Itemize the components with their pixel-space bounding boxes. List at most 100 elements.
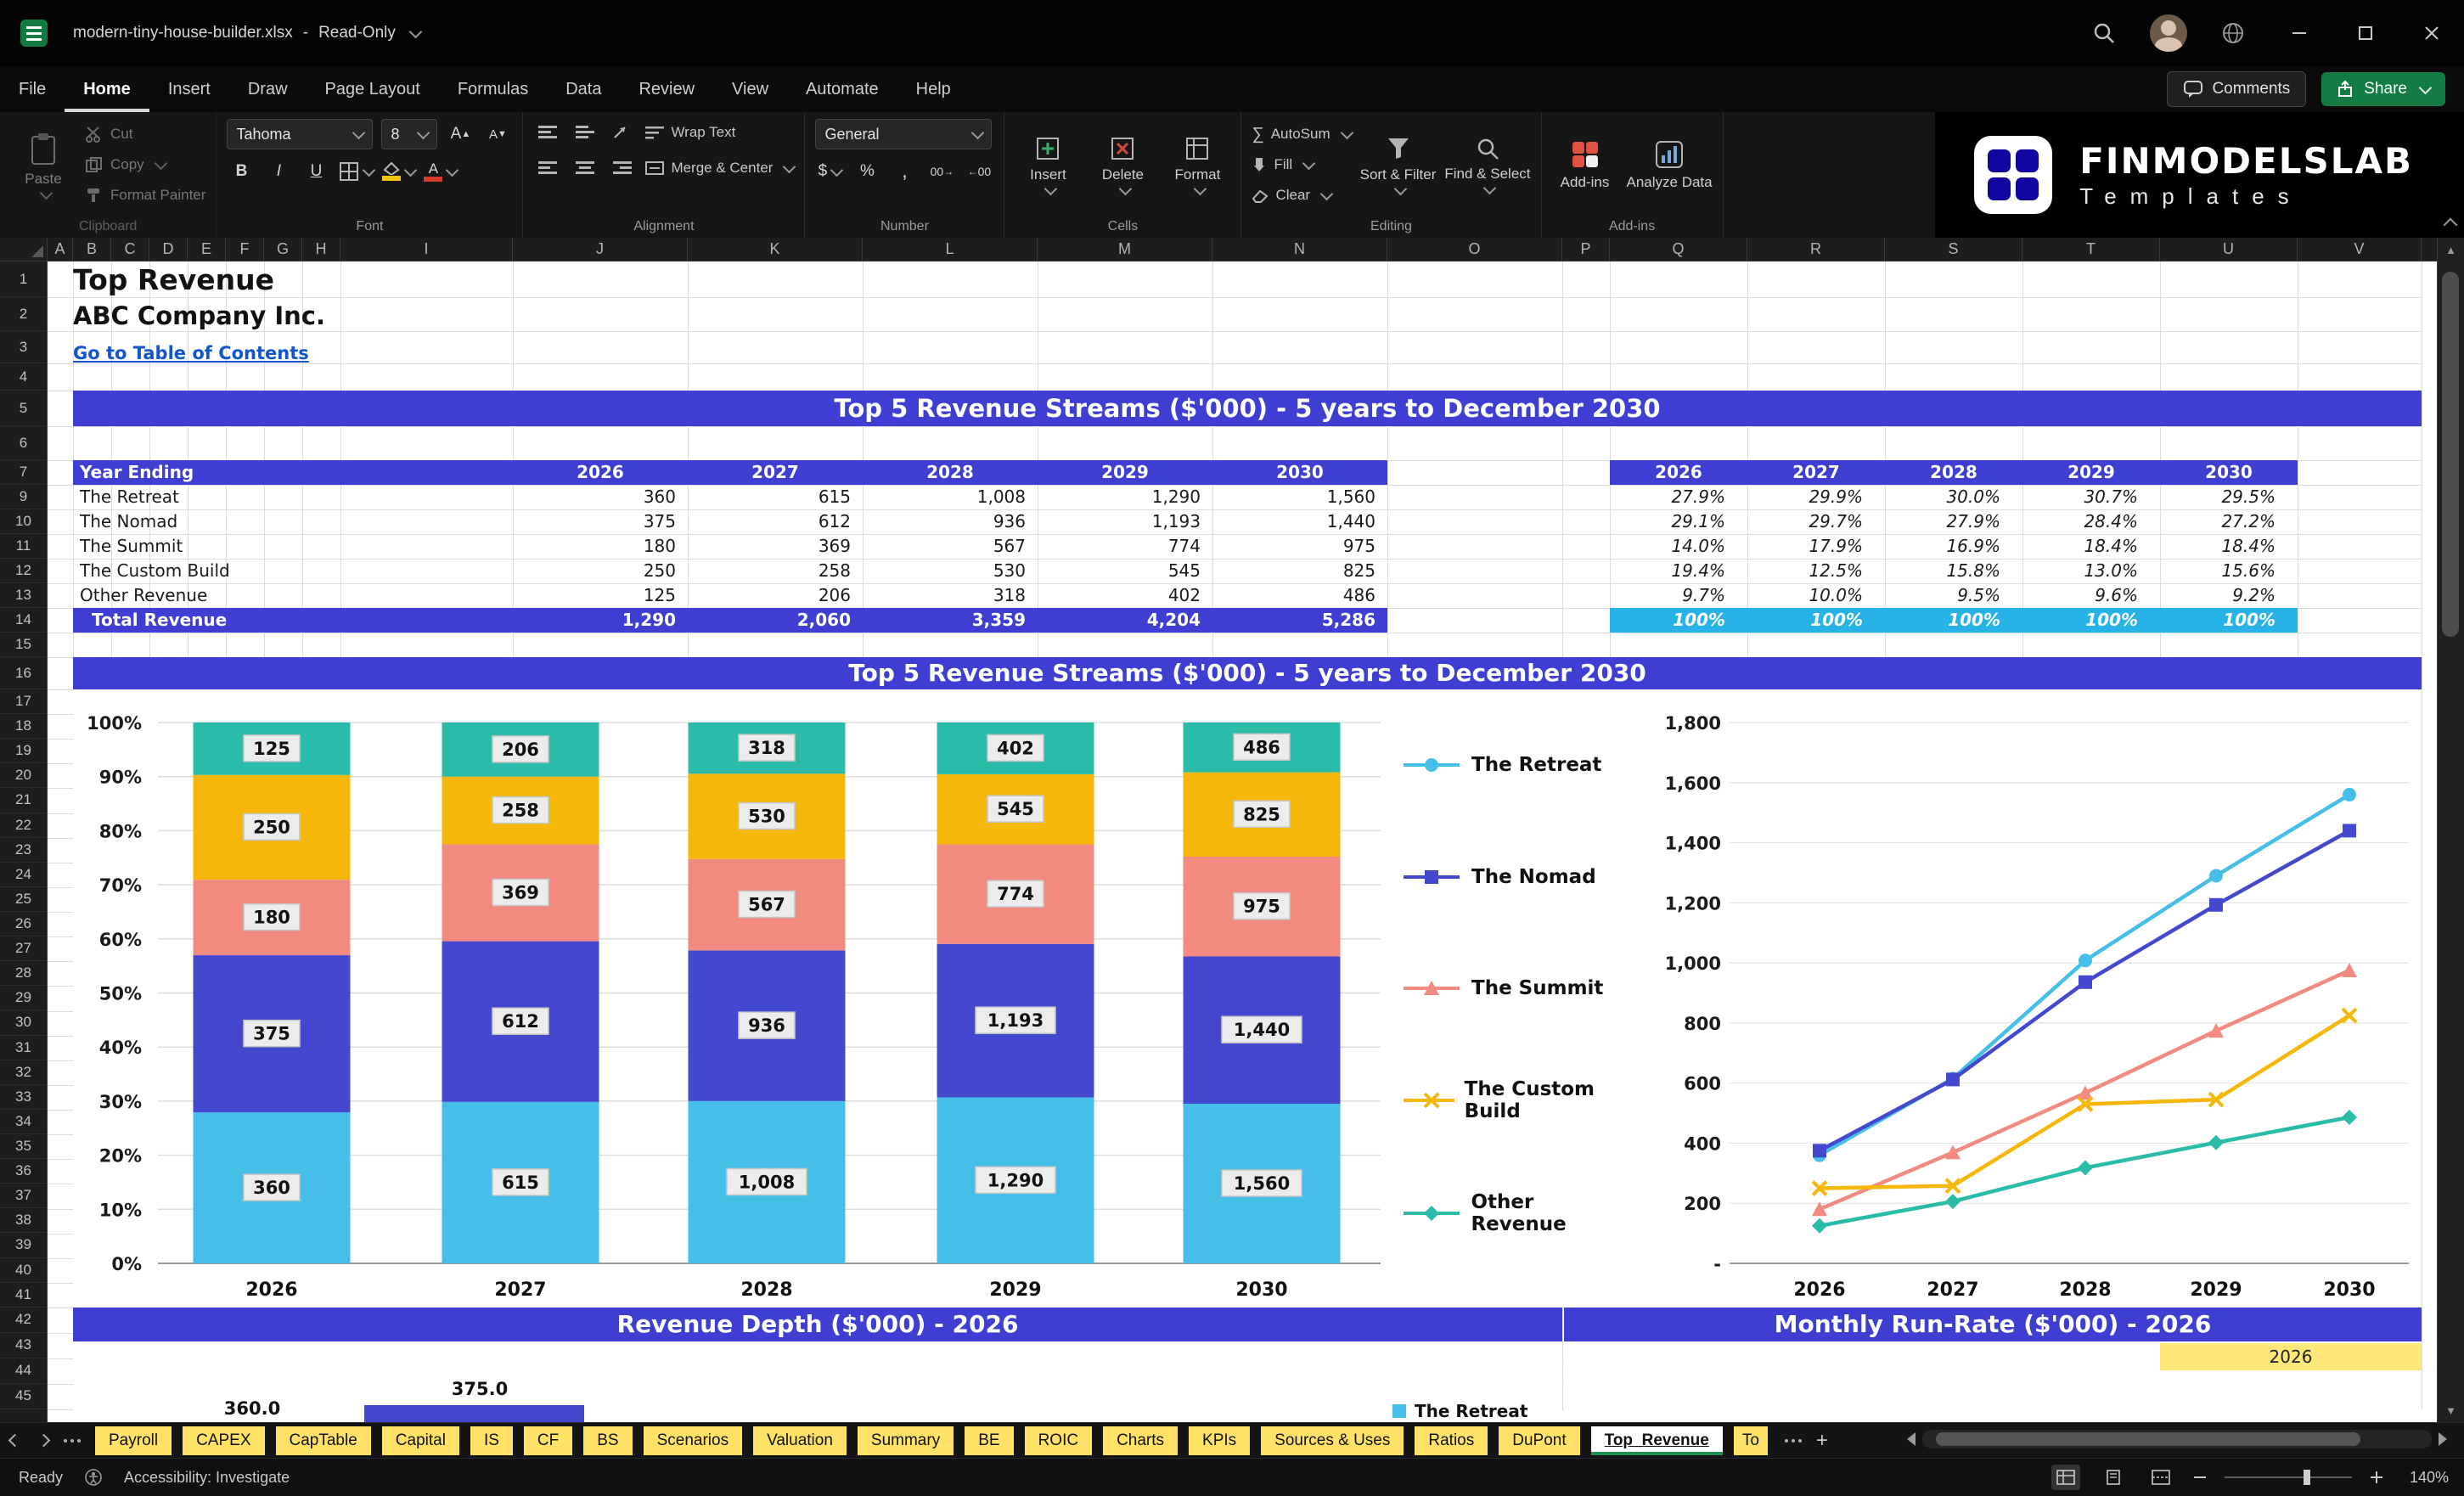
ribbon-tab-automate[interactable]: Automate <box>787 66 897 112</box>
paste-button[interactable]: Paste <box>10 119 76 211</box>
stream-name-cell[interactable]: The Retreat <box>73 485 513 509</box>
year-header[interactable]: 2028 <box>863 460 1038 485</box>
column-header[interactable]: K <box>688 238 863 261</box>
value-cell[interactable]: 567 <box>863 534 1038 559</box>
close-button[interactable] <box>2411 13 2452 53</box>
row-header[interactable]: 22 <box>0 813 47 838</box>
column-header[interactable]: B <box>73 238 111 261</box>
column-header[interactable]: C <box>111 238 149 261</box>
increase-decimal-button[interactable]: 00 → <box>927 158 956 185</box>
zoom-level[interactable]: 140% <box>2401 1469 2449 1487</box>
column-header[interactable]: O <box>1387 238 1562 261</box>
row-header[interactable]: 18 <box>0 714 47 740</box>
row-header[interactable]: 29 <box>0 986 47 1011</box>
value-cell[interactable]: 402 <box>1038 583 1212 608</box>
user-avatar[interactable] <box>2150 14 2187 52</box>
value-cell[interactable]: 825 <box>1212 559 1387 583</box>
column-header[interactable]: L <box>863 238 1038 261</box>
sheet-tab-top-revenue[interactable]: Top_Revenue <box>1590 1426 1723 1455</box>
stream-name-cell[interactable]: Other Revenue <box>73 583 513 608</box>
font-color-button[interactable]: A <box>424 158 459 185</box>
decrease-decimal-button[interactable]: ← 00 <box>965 158 993 185</box>
total-value-cell[interactable]: 1,290 <box>513 608 688 633</box>
more-sheets-icon[interactable] <box>1779 1426 1808 1455</box>
sort-filter-button[interactable]: Sort & Filter <box>1360 119 1436 211</box>
copy-button[interactable]: Copy <box>85 153 205 177</box>
row-header[interactable]: 15 <box>0 633 47 657</box>
row-header[interactable]: 9 <box>0 485 47 509</box>
year-header[interactable]: 2028 <box>1885 460 2022 485</box>
pct-total-cell[interactable]: 100% <box>2160 608 2298 633</box>
sheet-tab-to[interactable]: To <box>1733 1426 1768 1455</box>
row-header[interactable]: 44 <box>0 1358 47 1384</box>
ribbon-tab-data[interactable]: Data <box>547 66 620 112</box>
pct-total-cell[interactable]: 100% <box>1747 608 1885 633</box>
globe-icon[interactable] <box>2213 13 2253 53</box>
scroll-right-icon[interactable] <box>2439 1432 2447 1446</box>
accessibility-status[interactable]: Accessibility: Investigate <box>124 1469 290 1487</box>
row-header[interactable]: 34 <box>0 1110 47 1134</box>
horizontal-scroll-thumb[interactable] <box>1936 1432 2360 1446</box>
pct-cell[interactable]: 29.5% <box>2160 485 2298 509</box>
value-cell[interactable]: 612 <box>688 509 863 534</box>
value-cell[interactable]: 936 <box>863 509 1038 534</box>
column-header[interactable]: R <box>1747 238 1885 261</box>
total-value-cell[interactable]: 3,359 <box>863 608 1038 633</box>
row-header[interactable]: 17 <box>0 689 47 715</box>
pct-cell[interactable]: 29.9% <box>1747 485 1885 509</box>
format-painter-button[interactable]: Format Painter <box>85 183 205 207</box>
year-header[interactable]: 2030 <box>2160 460 2298 485</box>
vertical-scrollbar[interactable]: ▲ ▼ <box>2437 238 2464 1422</box>
zoom-in-button[interactable] <box>2371 1471 2382 1483</box>
row-header[interactable]: 11 <box>0 534 47 559</box>
sheet-tab-ratios[interactable]: Ratios <box>1415 1426 1488 1455</box>
year-header[interactable]: 2026 <box>1610 460 1747 485</box>
ribbon-tab-review[interactable]: Review <box>620 66 713 112</box>
page-break-view-button[interactable] <box>2146 1465 2175 1490</box>
value-cell[interactable]: 206 <box>688 583 863 608</box>
pct-cell[interactable]: 18.4% <box>2022 534 2160 559</box>
column-header[interactable]: S <box>1885 238 2022 261</box>
year-header[interactable]: 2027 <box>1747 460 1885 485</box>
pct-cell[interactable]: 9.6% <box>2022 583 2160 608</box>
ribbon-tab-home[interactable]: Home <box>65 66 149 112</box>
year-selector-cell[interactable]: 2026 <box>2160 1343 2422 1370</box>
wrap-text-button[interactable]: Wrap Text <box>645 121 735 144</box>
sheet-tab-summary[interactable]: Summary <box>857 1426 954 1455</box>
value-cell[interactable]: 318 <box>863 583 1038 608</box>
pct-cell[interactable]: 30.7% <box>2022 485 2160 509</box>
pct-cell[interactable]: 13.0% <box>2022 559 2160 583</box>
year-header[interactable]: 2029 <box>1038 460 1212 485</box>
align-right-button[interactable] <box>608 155 637 182</box>
pct-cell[interactable]: 27.9% <box>1610 485 1747 509</box>
align-left-button[interactable] <box>533 155 562 182</box>
pct-cell[interactable]: 16.9% <box>1885 534 2022 559</box>
pct-cell[interactable]: 15.8% <box>1885 559 2022 583</box>
value-cell[interactable]: 1,560 <box>1212 485 1387 509</box>
column-header[interactable]: D <box>149 238 188 261</box>
value-cell[interactable]: 369 <box>688 534 863 559</box>
add-sheet-button[interactable]: + <box>1808 1426 1837 1455</box>
column-header[interactable]: F <box>226 238 264 261</box>
value-cell[interactable]: 360 <box>513 485 688 509</box>
sheet-nav-right-icon[interactable] <box>29 1426 58 1455</box>
merge-center-button[interactable]: Merge & Center <box>645 156 796 180</box>
pct-cell[interactable]: 12.5% <box>1747 559 1885 583</box>
pct-cell[interactable]: 9.5% <box>1885 583 2022 608</box>
cut-button[interactable]: Cut <box>85 122 205 146</box>
row-header[interactable]: 3 <box>0 331 47 363</box>
row-header[interactable]: 33 <box>0 1085 47 1110</box>
value-cell[interactable]: 375 <box>513 509 688 534</box>
row-header[interactable]: 4 <box>0 363 47 391</box>
year-header[interactable]: 2030 <box>1212 460 1387 485</box>
year-header[interactable]: 2026 <box>513 460 688 485</box>
total-label-cell[interactable]: Total Revenue <box>73 608 513 633</box>
row-header[interactable]: 31 <box>0 1036 47 1060</box>
row-header[interactable]: 37 <box>0 1184 47 1209</box>
sheet-tab-dupont[interactable]: DuPont <box>1499 1426 1580 1455</box>
row-header[interactable]: 7 <box>0 460 47 485</box>
scroll-up-icon[interactable]: ▲ <box>2438 238 2464 262</box>
column-header[interactable]: V <box>2298 238 2422 261</box>
sheet-tab-bs[interactable]: BS <box>583 1426 633 1455</box>
align-middle-button[interactable] <box>571 119 599 146</box>
